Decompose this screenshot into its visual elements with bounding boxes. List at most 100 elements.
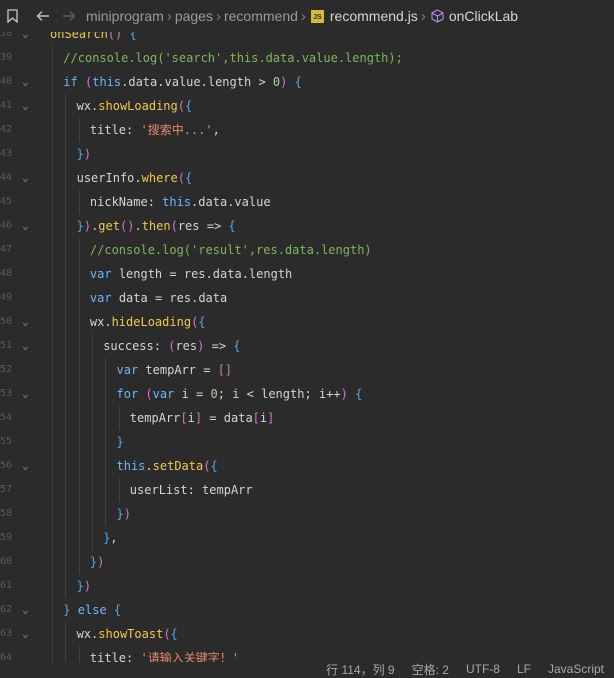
breadcrumb-item-symbol[interactable]: onClickLab: [449, 8, 518, 24]
indent-guide: [65, 238, 67, 262]
code-line[interactable]: 42 title: '搜索中...',: [0, 118, 614, 142]
indent-guide: [65, 526, 67, 550]
code-text: wx.showToast({: [76, 627, 178, 641]
code-text: var length = res.data.length: [89, 267, 293, 281]
code-line[interactable]: 57 userList: tempArr: [0, 478, 614, 502]
indent-guide: [78, 646, 80, 662]
arrow-left-icon[interactable]: [30, 0, 56, 32]
fold-chevron-icon[interactable]: ⌄: [22, 94, 32, 118]
line-number: 52: [0, 364, 12, 375]
line-number: 64: [0, 652, 12, 662]
indent-guide: [65, 454, 67, 478]
indent-guide: [78, 478, 80, 502]
indent-guide: [65, 550, 67, 574]
fold-chevron-icon[interactable]: ⌄: [22, 310, 32, 334]
indent-guide: [52, 526, 53, 550]
code-line[interactable]: 59},: [0, 526, 614, 550]
line-number: 51: [0, 340, 12, 351]
indent-guide: [52, 286, 53, 310]
code-line[interactable]: 54 tempArr[i] = data[i]: [0, 406, 614, 430]
chevron-right-icon: ›: [300, 7, 306, 25]
code-line[interactable]: 44 ⌄ userInfo.where({: [0, 166, 614, 190]
code-text: //console.log('search',this.data.value.l…: [63, 51, 403, 65]
fold-chevron-icon[interactable]: ⌄: [22, 70, 32, 94]
indent-guide: [78, 310, 80, 334]
code-line[interactable]: 49 var data = res.data: [0, 286, 614, 310]
fold-chevron-icon[interactable]: ⌄: [22, 598, 32, 622]
fold-chevron-icon[interactable]: ⌄: [22, 32, 32, 46]
indent-guide: [65, 358, 67, 382]
indent-guide: [52, 598, 53, 622]
code-line[interactable]: 41 ⌄ wx.showLoading({: [0, 94, 614, 118]
arrow-right-icon[interactable]: [56, 0, 82, 32]
code-line[interactable]: 40 ⌄ if (this.data.value.length > 0) {: [0, 70, 614, 94]
indent-guide: [52, 550, 53, 574]
breadcrumb-item-miniprogram[interactable]: miniprogram: [86, 8, 164, 24]
code-line[interactable]: 56 ⌄ this.setData({: [0, 454, 614, 478]
breadcrumb-item-recommend[interactable]: recommend: [224, 8, 298, 24]
indent-guide: [52, 118, 53, 142]
code-line[interactable]: 63 ⌄ wx.showToast({: [0, 622, 614, 646]
cursor-position[interactable]: 行 114，列 9: [326, 661, 394, 678]
indent-guide: [52, 358, 53, 382]
indent-guide: [91, 526, 93, 550]
code-line[interactable]: 64 title: '请输入关键字！': [0, 646, 614, 662]
code-text: for (var i = 0; i < length; i++) {: [116, 387, 363, 401]
code-text: var data = res.data: [89, 291, 228, 305]
code-line[interactable]: 62 ⌄} else {: [0, 598, 614, 622]
code-line[interactable]: 55}: [0, 430, 614, 454]
code-line[interactable]: 52 var tempArr = []: [0, 358, 614, 382]
code-line[interactable]: 48 var length = res.data.length: [0, 262, 614, 286]
code-text: if (this.data.value.length > 0) {: [63, 75, 302, 89]
code-line[interactable]: 45 nickName: this.data.value: [0, 190, 614, 214]
indent-guide: [78, 118, 80, 142]
breadcrumb-item-pages[interactable]: pages: [175, 8, 213, 24]
indentation-setting[interactable]: 空格: 2: [412, 661, 449, 678]
fold-chevron-icon[interactable]: ⌄: [22, 214, 32, 238]
code-text: } else {: [63, 603, 122, 617]
fold-chevron-icon[interactable]: ⌄: [22, 454, 32, 478]
indent-guide: [78, 430, 80, 454]
code-line[interactable]: 43}): [0, 142, 614, 166]
code-line[interactable]: 60}): [0, 550, 614, 574]
line-number: 55: [0, 436, 12, 447]
code-line[interactable]: 61}): [0, 574, 614, 598]
indent-guide: [65, 118, 67, 142]
indent-guide: [52, 46, 53, 70]
indent-guide: [65, 286, 67, 310]
fold-chevron-icon[interactable]: ⌄: [22, 334, 32, 358]
code-line[interactable]: 51 ⌄ success: (res) => {: [0, 334, 614, 358]
chevron-right-icon: ›: [166, 7, 172, 25]
indent-guide: [91, 358, 93, 382]
code-text: }): [76, 147, 92, 161]
code-line[interactable]: 50 ⌄ wx.hideLoading({: [0, 310, 614, 334]
indent-guide: [52, 406, 53, 430]
indent-guide: [91, 478, 93, 502]
code-line[interactable]: 38 ⌄ onSearch() {: [0, 32, 614, 46]
code-line[interactable]: 53 ⌄ for (var i = 0; i < length; i++) {: [0, 382, 614, 406]
code-text: onSearch() {: [50, 32, 137, 41]
indent-guide: [65, 310, 67, 334]
indent-guide: [52, 310, 53, 334]
indent-guide: [52, 262, 53, 286]
indent-guide: [65, 478, 67, 502]
breadcrumb-item-file[interactable]: recommend.js: [330, 8, 418, 24]
indent-guide: [52, 382, 53, 406]
code-line[interactable]: 39 //console.log('search',this.data.value…: [0, 46, 614, 70]
line-number: 41: [0, 100, 12, 111]
indent-guide: [105, 430, 107, 454]
code-line[interactable]: 58}): [0, 502, 614, 526]
indent-guide: [65, 622, 67, 646]
fold-chevron-icon[interactable]: ⌄: [22, 622, 32, 646]
code-text: nickName: this.data.value: [89, 195, 271, 209]
bookmark-icon[interactable]: [0, 0, 24, 32]
indent-guide: [78, 262, 80, 286]
line-ending-setting[interactable]: LF: [517, 662, 531, 676]
encoding-setting[interactable]: UTF-8: [466, 662, 500, 676]
code-line[interactable]: 46 ⌄}).get().then(res => {: [0, 214, 614, 238]
code-line[interactable]: 47 //console.log('result',res.data.length…: [0, 238, 614, 262]
fold-chevron-icon[interactable]: ⌄: [22, 382, 32, 406]
fold-chevron-icon[interactable]: ⌄: [22, 166, 32, 190]
language-mode[interactable]: JavaScript: [548, 662, 604, 676]
code-editor[interactable]: 38 ⌄ onSearch() {39 //console.log('search',…: [0, 32, 614, 662]
